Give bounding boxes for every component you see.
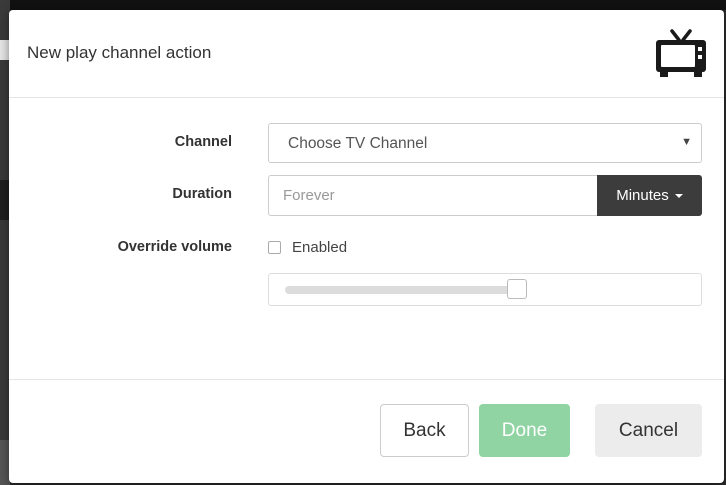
duration-input[interactable]: Forever	[268, 175, 598, 216]
channel-select-value: Choose TV Channel	[288, 135, 428, 152]
channel-select[interactable]: Choose TV Channel ▼	[268, 123, 702, 163]
duration-unit-dropdown-button[interactable]: Minutes	[597, 175, 702, 216]
channel-label: Channel	[174, 134, 232, 150]
override-volume-checkbox[interactable]	[268, 241, 281, 254]
back-button[interactable]: Back	[380, 404, 469, 457]
dialog-header: New play channel action	[9, 10, 724, 98]
duration-label: Duration	[172, 186, 232, 202]
footer-divider	[9, 379, 724, 380]
tv-icon	[656, 29, 706, 77]
dropdown-caret-icon: ▼	[681, 136, 692, 148]
volume-slider-track	[285, 286, 517, 294]
dialog-title: New play channel action	[27, 43, 212, 62]
volume-slider-thumb[interactable]	[507, 279, 527, 299]
duration-unit-label: Minutes	[616, 187, 669, 204]
override-volume-checkbox-label[interactable]: Enabled	[292, 239, 347, 256]
play-channel-dialog: New play channel action Channel Choose T…	[9, 10, 724, 483]
volume-slider[interactable]	[268, 273, 702, 306]
backdrop	[0, 0, 726, 10]
caret-down-icon	[674, 193, 683, 198]
done-button[interactable]: Done	[479, 404, 570, 457]
duration-placeholder: Forever	[283, 187, 335, 204]
cancel-button[interactable]: Cancel	[595, 404, 702, 457]
override-volume-label: Override volume	[117, 239, 232, 255]
